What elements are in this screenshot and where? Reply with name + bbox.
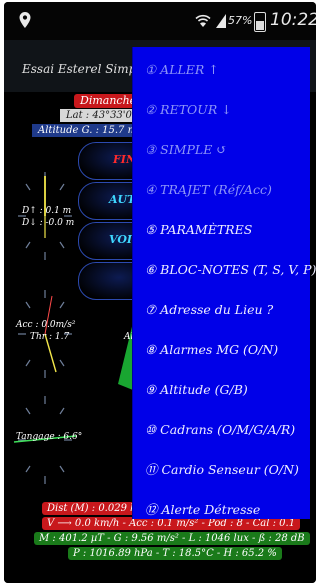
menu-item-alerte[interactable]: ⑫ Alerte Détresse (145, 496, 260, 524)
battery-icon (254, 12, 266, 32)
menu-item-bloc-notes[interactable]: ⑥ BLOC-NOTES (T, S, V, P) (145, 256, 316, 284)
altitude-readout: Altitude G. : 15.7 m - (32, 124, 150, 137)
menu-item-cardio[interactable]: ⑪ Cardio Senseur (O/N) (145, 456, 299, 484)
clock-time: 10:22 (270, 10, 316, 30)
acceleration-dial: Acc : 0.0m/s² Thr : 1.7 (12, 286, 78, 382)
wifi-icon (195, 14, 211, 27)
menu-item-alarmes[interactable]: ⑧ Alarmes MG (O/N) (145, 336, 278, 364)
pressure-row: P : 1016.89 hPa - T : 18.5°C - H : 65.2 … (68, 547, 282, 560)
threshold-readout: Thr : 1.7 (30, 332, 70, 342)
altitude-dial-up: D↑ : 0.1 m (22, 206, 72, 216)
menu-item-retour[interactable]: ② RETOUR ↓ (145, 96, 232, 124)
menu-item-cadrans[interactable]: ⑩ Cadrans (O/M/G/A/R) (145, 416, 295, 444)
location-pin-icon (19, 12, 31, 28)
voice-button-label: VOI (109, 233, 133, 246)
pitch-readout: Tangage : 6.6° (16, 432, 83, 442)
phone-screen: 57% 10:22 Essai Esterel Simple ↺ Dimanch… (4, 2, 316, 583)
menu-item-aller[interactable]: ① ALLER ↑ (145, 56, 219, 84)
status-bar: 57% 10:22 (4, 2, 316, 40)
menu-item-adresse[interactable]: ⑦ Adresse du Lieu ? (145, 296, 273, 324)
sensor-row: M : 401.2 µT - G : 9.56 m/s² - L : 1046 … (34, 532, 310, 545)
menu-item-trajet[interactable]: ④ TRAJET (Réf/Acc) (145, 176, 272, 204)
acceleration-readout: Acc : 0.0m/s² (16, 320, 76, 330)
signal-icon (216, 14, 226, 28)
altitude-dial-down: D↓ : -0.0 m (22, 218, 75, 228)
battery-percent: 57% (228, 14, 253, 27)
pitch-dial: Tangage : 6.6° (12, 392, 82, 488)
altitude-dial-face (18, 172, 72, 260)
altitude-dial: D↑ : 0.1 m D↓ : -0.0 m (12, 168, 78, 264)
menu-item-parametres[interactable]: ⑤ PARAMÈTRES (145, 216, 252, 244)
heading-label: Al (124, 332, 134, 342)
menu-item-simple[interactable]: ③ SIMPLE ↺ (145, 136, 227, 164)
auto-button-label: AUT (109, 193, 136, 206)
options-menu: ① ALLER ↑ ② RETOUR ↓ ③ SIMPLE ↺ ④ TRAJET… (133, 47, 316, 519)
menu-item-altitude[interactable]: ⑨ Altitude (G/B) (145, 376, 248, 404)
